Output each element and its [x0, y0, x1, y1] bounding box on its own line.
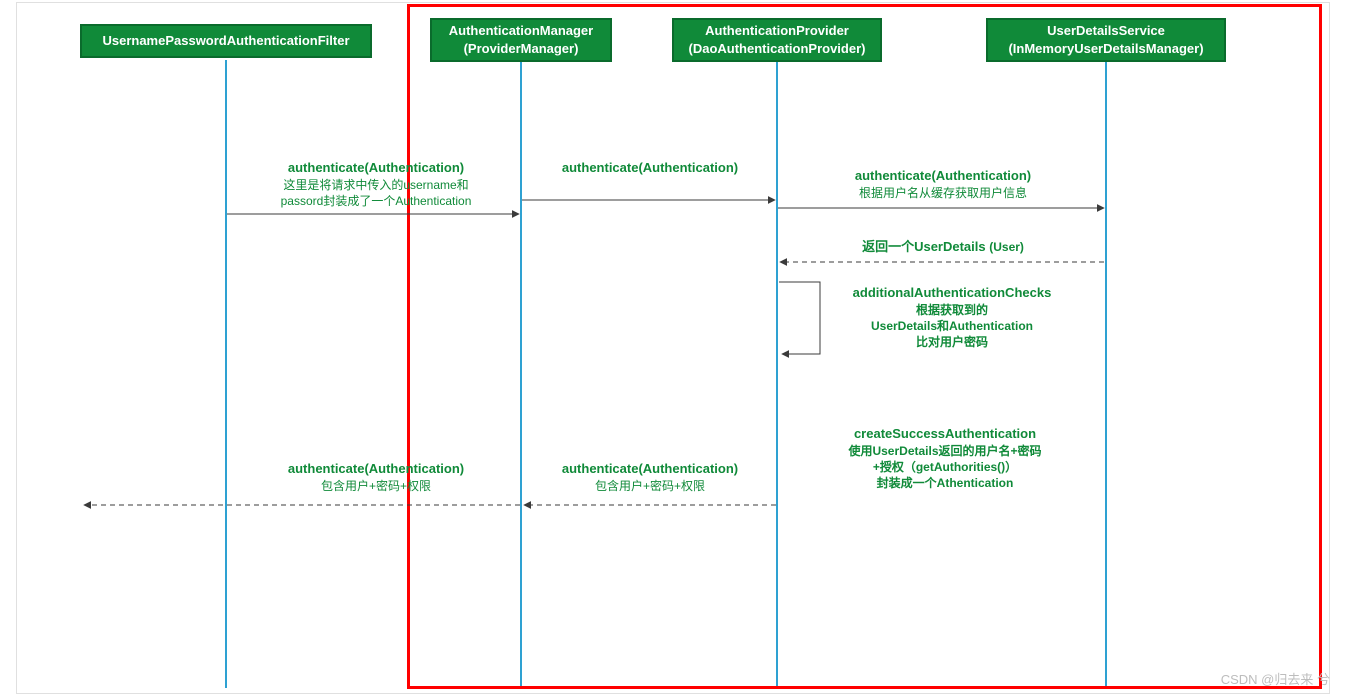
msg-title: authenticate(Authentication): [522, 159, 778, 177]
msg-note: 根据用户名从缓存获取用户信息: [780, 185, 1106, 201]
participant-userdetails: UserDetailsService (InMemoryUserDetailsM…: [986, 18, 1226, 62]
msg-note: 包含用户+密码+权限: [522, 478, 778, 494]
sequence-diagram: UsernamePasswordAuthenticationFilter Aut…: [0, 0, 1352, 696]
arrow-m2: [520, 195, 778, 205]
arrow-m3: [776, 203, 1107, 213]
participant-title: UserDetailsService: [1047, 22, 1165, 40]
watermark: CSDN @归去来 兮: [1221, 669, 1330, 688]
msg-note: passord封装成了一个Authentication: [236, 193, 516, 209]
msg-note: 封装成一个Athentication: [800, 475, 1090, 491]
participant-subtitle: (ProviderManager): [464, 40, 579, 58]
participant-manager: AuthenticationManager (ProviderManager): [430, 18, 612, 62]
msg-m3: authenticate(Authentication) 根据用户名从缓存获取用…: [780, 167, 1106, 201]
msg-title: authenticate(Authentication): [522, 460, 778, 478]
participant-provider: AuthenticationProvider (DaoAuthenticatio…: [672, 18, 882, 62]
msg-note: 根据获取到的: [822, 302, 1082, 318]
msg-m1: authenticate(Authentication) 这里是将请求中传入的u…: [236, 159, 516, 209]
msg-title-prefix: 返回一个UserDetails: [862, 239, 989, 254]
msg-title-suffix: (User): [989, 240, 1024, 254]
msg-title: additionalAuthenticationChecks: [822, 284, 1082, 302]
participant-subtitle: (InMemoryUserDetailsManager): [1008, 40, 1203, 58]
msg-note: 这里是将请求中传入的username和: [236, 177, 516, 193]
msg-title: authenticate(Authentication): [236, 159, 516, 177]
msg-title: authenticate(Authentication): [780, 167, 1106, 185]
msg-m6: createSuccessAuthentication 使用UserDetail…: [800, 425, 1090, 491]
arrow-m5-self: [776, 276, 836, 366]
msg-m5: additionalAuthenticationChecks 根据获取到的 Us…: [822, 284, 1082, 350]
arrow-m6: [520, 500, 778, 510]
participant-title: UsernamePasswordAuthenticationFilter: [102, 32, 349, 50]
msg-m2: authenticate(Authentication): [522, 159, 778, 177]
participant-title: AuthenticationManager: [449, 22, 593, 40]
msg-note: UserDetails和Authentication: [822, 318, 1082, 334]
participant-title: AuthenticationProvider: [705, 22, 849, 40]
arrow-m8: [80, 500, 522, 510]
participant-filter: UsernamePasswordAuthenticationFilter: [80, 24, 372, 58]
arrow-m4: [776, 257, 1107, 267]
lifeline-p1: [225, 60, 227, 688]
msg-note: 比对用户密码: [822, 334, 1082, 350]
msg-note: 使用UserDetails返回的用户名+密码: [800, 443, 1090, 459]
arrow-m1: [225, 209, 521, 219]
msg-m8: authenticate(Authentication) 包含用户+密码+权限: [236, 460, 516, 494]
msg-title: authenticate(Authentication): [236, 460, 516, 478]
msg-note: 包含用户+密码+权限: [236, 478, 516, 494]
msg-m7: authenticate(Authentication) 包含用户+密码+权限: [522, 460, 778, 494]
msg-note: +授权（getAuthorities()）: [800, 459, 1090, 475]
msg-title: createSuccessAuthentication: [800, 425, 1090, 443]
participant-subtitle: (DaoAuthenticationProvider): [689, 40, 866, 58]
msg-m4: 返回一个UserDetails (User): [780, 238, 1106, 256]
